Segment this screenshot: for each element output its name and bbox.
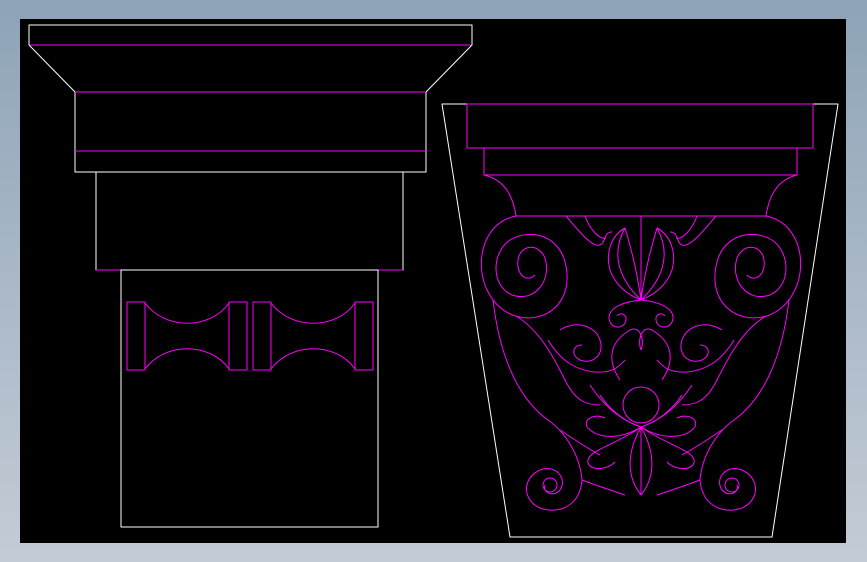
baluster-right bbox=[252, 301, 374, 371]
top-slab bbox=[466, 103, 814, 149]
chamfer-left bbox=[28, 44, 76, 93]
necking-block bbox=[95, 171, 404, 271]
elevation-view bbox=[28, 24, 473, 528]
central-leaf-upper bbox=[565, 215, 717, 301]
bottom-scroll-left bbox=[526, 468, 626, 511]
second-slab bbox=[483, 147, 798, 176]
abacus-slab bbox=[28, 24, 473, 46]
volute-left bbox=[480, 215, 568, 319]
tapered-outline bbox=[441, 103, 839, 538]
bottom-scroll-right bbox=[656, 468, 756, 511]
lower-leaves bbox=[559, 415, 723, 496]
carved-face-view bbox=[441, 103, 839, 538]
central-scrolls bbox=[559, 299, 723, 381]
baluster-left bbox=[126, 301, 248, 371]
cad-drawing bbox=[28, 24, 839, 538]
central-ring bbox=[589, 384, 693, 428]
shaft bbox=[120, 269, 379, 528]
volute-right bbox=[714, 215, 802, 319]
chamfer-right bbox=[425, 44, 473, 93]
echinus-band bbox=[74, 91, 427, 173]
bell-coves bbox=[483, 174, 798, 217]
